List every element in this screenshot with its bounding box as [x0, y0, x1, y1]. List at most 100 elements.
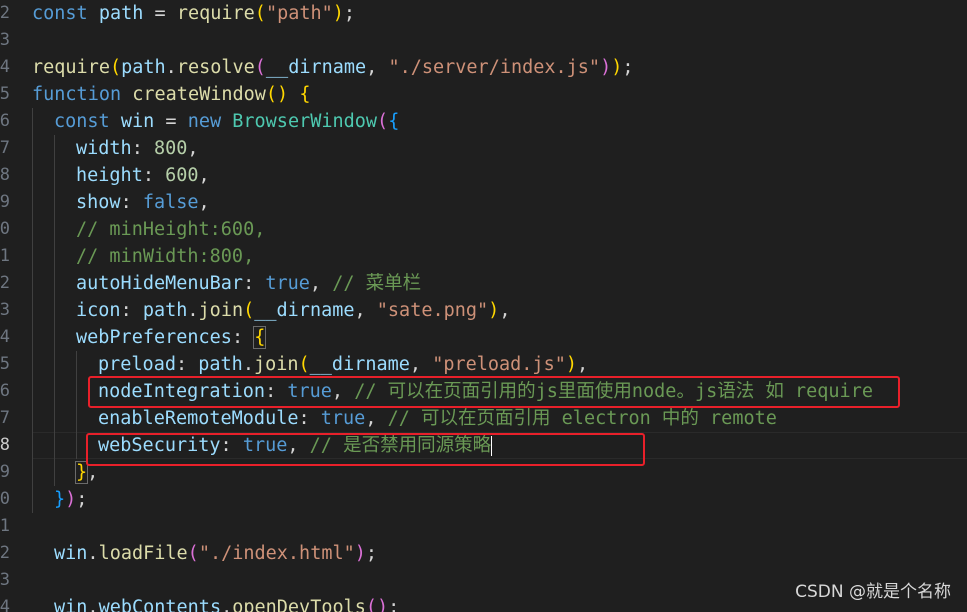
bracket: ( — [377, 111, 389, 132]
code-line[interactable]: show: false, — [76, 189, 210, 216]
indent-guide — [32, 108, 33, 513]
boolean-literal: true — [320, 408, 366, 429]
code-line[interactable]: }); — [54, 486, 87, 513]
bracket: { — [253, 326, 267, 349]
code-line[interactable]: function createWindow() { — [32, 81, 310, 108]
punctuation: , — [309, 273, 333, 294]
line-number: 3 — [0, 300, 10, 320]
identifier: win — [54, 597, 88, 612]
comment: // 可以在页面引用 electron 中的 remote — [387, 408, 777, 429]
code-line[interactable]: require(path.resolve(__dirname, "./serve… — [32, 54, 634, 81]
punctuation: : — [142, 165, 166, 186]
line-number: 0 — [0, 489, 10, 509]
bracket: ( — [243, 300, 255, 321]
line-number: 4 — [0, 57, 10, 77]
code-line[interactable]: autoHideMenuBar: true, // 菜单栏 — [76, 270, 421, 297]
line-number: 2 — [0, 543, 10, 563]
punctuation: . — [187, 300, 199, 321]
indent-guide — [54, 135, 55, 486]
property-key: height — [76, 165, 143, 186]
punctuation: ; — [343, 3, 356, 24]
code-line[interactable]: // minWidth:800, — [76, 243, 254, 270]
line-number: 5 — [0, 84, 10, 104]
line-number: 4 — [0, 327, 10, 347]
keyword: const — [32, 3, 88, 24]
line-number: 9 — [0, 462, 10, 482]
line-number: 2 — [0, 273, 10, 293]
identifier: path — [198, 354, 243, 375]
code-line[interactable]: webPreferences: { — [76, 324, 267, 351]
bracket: ) — [600, 57, 612, 78]
bracket: ) — [488, 300, 500, 321]
property-key: width — [76, 138, 132, 159]
bracket: ( — [109, 57, 122, 78]
property-key: preload — [98, 354, 176, 375]
string-literal: "./index.html" — [198, 543, 355, 564]
identifier: win — [120, 111, 155, 132]
line-number: 2 — [0, 3, 10, 23]
property-key: webPreferences — [76, 327, 232, 348]
punctuation: : — [231, 327, 255, 348]
line-number: 6 — [0, 381, 10, 401]
bracket: () — [265, 84, 289, 105]
punctuation: , — [365, 408, 388, 429]
function-name: loadFile — [98, 543, 188, 564]
code-line[interactable]: win.loadFile("./index.html"); — [54, 540, 377, 567]
code-line[interactable]: width: 800, — [76, 135, 199, 162]
code-line[interactable]: preload: path.join(__dirname, "preload.j… — [98, 351, 588, 378]
code-line[interactable]: // minHeight:600, — [76, 216, 265, 243]
function-name: join — [198, 300, 244, 321]
function-name: createWindow — [132, 84, 266, 105]
code-line[interactable]: height: 600, — [76, 162, 210, 189]
punctuation: : — [298, 408, 321, 429]
bracket: { — [299, 84, 311, 105]
code-editor[interactable]: 2 3 4 5 6 7 8 9 0 1 2 3 4 5 6 7 8 9 0 1 … — [0, 0, 967, 612]
boolean-literal: false — [142, 192, 199, 213]
operator: = — [154, 111, 188, 132]
number-literal: 800 — [153, 138, 188, 159]
string-literal: "path" — [265, 3, 333, 24]
highlight-box-node-integration — [88, 376, 900, 408]
line-number-gutter[interactable]: 2 3 4 5 6 7 8 9 0 1 2 3 4 5 6 7 8 9 0 1 … — [0, 0, 12, 612]
identifier: __dirname — [309, 354, 410, 375]
bracket: ) — [332, 3, 344, 24]
punctuation: ; — [622, 57, 634, 78]
property-key: autoHideMenuBar — [76, 273, 244, 294]
string-literal: "sate.png" — [376, 300, 489, 321]
bracket: ) — [354, 543, 366, 564]
code-line[interactable]: const win = new BrowserWindow({ — [54, 108, 399, 135]
punctuation: , — [499, 300, 511, 321]
identifier: __dirname — [265, 57, 367, 78]
line-number: 7 — [0, 408, 10, 428]
identifier: path — [142, 300, 188, 321]
bracket: } — [74, 461, 89, 484]
code-line[interactable]: enableRemoteModule: true, // 可以在页面引用 ele… — [98, 405, 777, 432]
identifier: path — [121, 57, 166, 78]
property-key: show — [76, 192, 121, 213]
comment: // minHeight:600, — [76, 219, 266, 240]
line-number: 1 — [0, 246, 10, 266]
keyword: new — [187, 111, 222, 132]
number-literal: 600 — [165, 165, 199, 186]
punctuation: . — [165, 57, 177, 78]
code-line[interactable]: win.webContents.openDevTools(); — [54, 594, 399, 612]
class-name: BrowserWindow — [232, 111, 378, 132]
property-key: enableRemoteModule — [98, 408, 299, 429]
bracket: { — [388, 111, 400, 132]
code-line[interactable]: const path = require("path"); — [32, 0, 355, 27]
property-key: icon — [76, 300, 121, 321]
function-name: require — [176, 3, 255, 24]
line-number: 3 — [0, 30, 10, 50]
bracket: } — [54, 489, 66, 510]
watermark: CSDN @就是个名称 — [795, 582, 951, 602]
identifier: win — [54, 543, 88, 564]
line-number: 8 — [0, 165, 10, 185]
punctuation: , — [198, 165, 210, 186]
code-line[interactable]: icon: path.join(__dirname, "sate.png"), — [76, 297, 510, 324]
line-number: 1 — [0, 516, 10, 536]
punctuation: ; — [365, 543, 378, 564]
bracket: ) — [565, 354, 577, 375]
identifier: path — [98, 3, 144, 24]
line-number: 6 — [0, 111, 10, 131]
punctuation: . — [87, 597, 99, 612]
